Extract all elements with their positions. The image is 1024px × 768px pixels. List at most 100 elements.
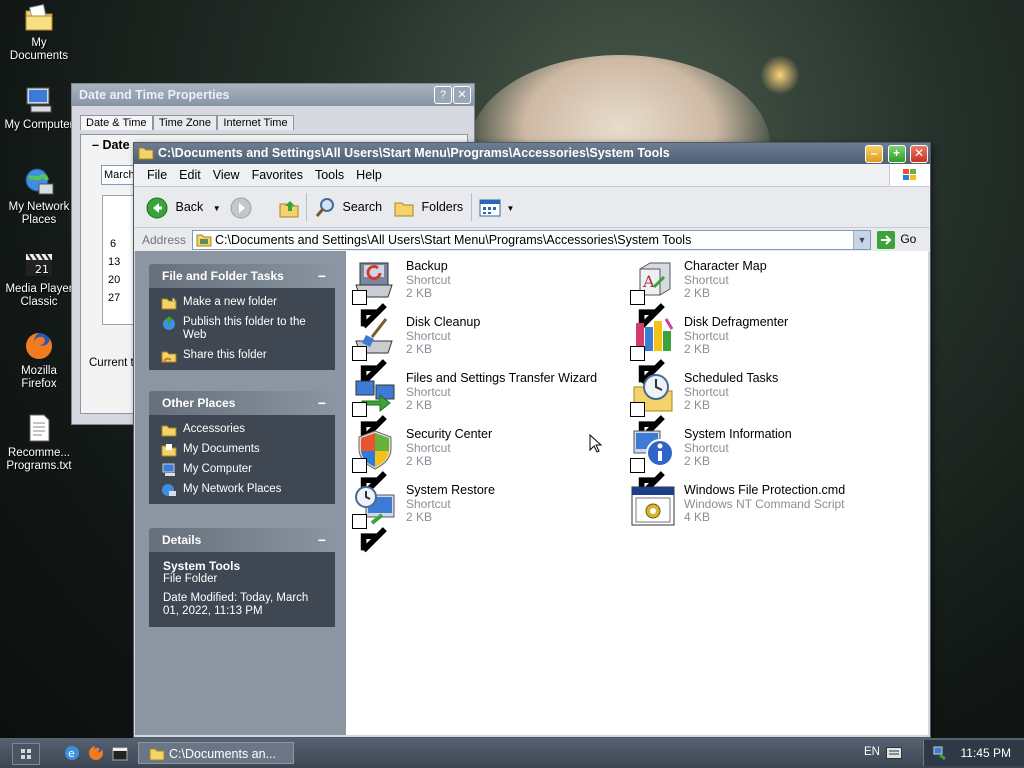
help-button[interactable]: ? bbox=[434, 86, 452, 104]
place-accessories[interactable]: Accessories bbox=[161, 423, 327, 437]
file-size: 2 KB bbox=[684, 286, 711, 300]
file-size: 2 KB bbox=[406, 510, 433, 524]
task-pane: File and Folder Tasks − Make a new folder… bbox=[135, 251, 346, 735]
panel-header[interactable]: Other Places − bbox=[149, 391, 335, 415]
system-restore-icon bbox=[352, 483, 398, 553]
folders-label: Folders bbox=[421, 200, 464, 214]
place-label: My Documents bbox=[183, 443, 260, 455]
close-button[interactable]: ✕ bbox=[453, 86, 471, 104]
maximize-button[interactable]: + bbox=[887, 145, 906, 163]
folders-button[interactable]: Folders bbox=[393, 195, 463, 219]
start-button[interactable] bbox=[12, 743, 40, 765]
my-documents-icon bbox=[23, 2, 55, 34]
desktop-icon-my-computer[interactable]: My Computer bbox=[2, 84, 76, 132]
file-item-system-information[interactable]: System Information Shortcut 2 KB bbox=[626, 423, 896, 497]
tab-time-zone[interactable]: Time Zone bbox=[152, 115, 218, 130]
shortcut-arrow-icon bbox=[630, 346, 665, 385]
calendar-day[interactable]: 27 bbox=[108, 292, 120, 304]
file-type: Shortcut bbox=[406, 385, 451, 399]
back-dropdown-icon[interactable]: ▼ bbox=[213, 204, 221, 213]
file-item-disk-cleanup[interactable]: Disk Cleanup Shortcut 2 KB bbox=[348, 311, 618, 385]
calendar-day[interactable]: 13 bbox=[108, 256, 120, 268]
explorer-window[interactable]: C:\Documents and Settings\All Users\Star… bbox=[133, 142, 931, 738]
keyboard-icon[interactable] bbox=[886, 747, 902, 762]
current-time-zone-label: Current t bbox=[89, 357, 134, 369]
network-tray-icon[interactable] bbox=[932, 745, 948, 764]
panel-body: System Tools File Folder Date Modified: … bbox=[149, 552, 335, 627]
task-share-folder[interactable]: Share this folder bbox=[161, 349, 327, 363]
file-item-security-center[interactable]: Security Center Shortcut 2 KB bbox=[348, 423, 618, 497]
datetime-title: Date and Time Properties bbox=[72, 84, 474, 106]
taskbar-item-label: C:\Documents an... bbox=[169, 747, 276, 761]
desktop-icon-label: Recomme... Programs.txt bbox=[6, 447, 72, 472]
desktop-icon-my-documents[interactable]: My Documents bbox=[2, 2, 76, 63]
file-item-system-restore[interactable]: System Restore Shortcut 2 KB bbox=[348, 479, 618, 553]
up-folder-button[interactable] bbox=[278, 195, 300, 219]
toolbar-separator bbox=[471, 193, 472, 221]
file-size: 2 KB bbox=[406, 286, 433, 300]
file-item-windows-file-protection[interactable]: Windows File Protection.cmd Windows NT C… bbox=[626, 479, 896, 529]
file-type: Windows NT Command Script bbox=[684, 497, 845, 511]
system-tray: 11:45 PM bbox=[923, 740, 1024, 766]
security-center-icon bbox=[352, 427, 398, 497]
quicklaunch-ie-icon[interactable]: e bbox=[64, 745, 80, 764]
text-file-icon bbox=[23, 412, 55, 444]
calendar-day[interactable]: 6 bbox=[110, 238, 116, 250]
desktop-icon-text-file[interactable]: Recomme... Programs.txt bbox=[2, 412, 76, 473]
address-input[interactable]: C:\Documents and Settings\All Users\Star… bbox=[192, 230, 871, 250]
explorer-titlebar[interactable]: C:\Documents and Settings\All Users\Star… bbox=[134, 143, 930, 164]
quicklaunch-media-player-icon[interactable] bbox=[112, 745, 128, 764]
menu-help[interactable]: Help bbox=[350, 164, 388, 186]
minimize-button[interactable]: – bbox=[865, 145, 884, 163]
panel-title: Details bbox=[162, 533, 202, 547]
place-my-network-places[interactable]: My Network Places bbox=[161, 483, 327, 496]
calendar-day[interactable]: 20 bbox=[108, 274, 120, 286]
media-player-icon: 21 bbox=[23, 248, 55, 280]
tab-internet-time[interactable]: Internet Time bbox=[217, 115, 294, 130]
tab-date-time[interactable]: Date & Time bbox=[80, 115, 153, 130]
views-dropdown-icon[interactable]: ▼ bbox=[506, 204, 514, 213]
network-places-icon bbox=[162, 484, 176, 496]
collapse-icon[interactable]: − bbox=[318, 264, 326, 288]
shortcut-arrow-icon bbox=[352, 290, 387, 329]
firefox-icon bbox=[23, 330, 55, 362]
menu-tools[interactable]: Tools bbox=[309, 164, 350, 186]
file-item-scheduled-tasks[interactable]: Scheduled Tasks Shortcut 2 KB bbox=[626, 367, 896, 441]
close-button[interactable]: ✕ bbox=[910, 145, 928, 163]
panel-title: File and Folder Tasks bbox=[162, 269, 284, 283]
file-folder-tasks-panel: File and Folder Tasks − Make a new folder… bbox=[149, 264, 335, 370]
views-button[interactable]: ▼ bbox=[479, 195, 514, 219]
shortcut-arrow-icon bbox=[630, 402, 665, 441]
place-my-documents[interactable]: My Documents bbox=[161, 443, 327, 457]
shortcut-arrow-icon bbox=[630, 290, 665, 329]
search-button[interactable]: Search bbox=[314, 195, 382, 219]
file-item-character-map[interactable]: A Character Map Shortcut 2 KB bbox=[626, 255, 896, 329]
details-name: System Tools bbox=[163, 559, 241, 573]
file-item-disk-defragmenter[interactable]: Disk Defragmenter Shortcut 2 KB bbox=[626, 311, 896, 385]
desktop-icon-firefox[interactable]: Mozilla Firefox bbox=[2, 330, 76, 391]
clock[interactable]: 11:45 PM bbox=[961, 746, 1011, 760]
task-publish-to-web[interactable]: Publish this folder to the Web bbox=[161, 316, 327, 342]
collapse-icon[interactable]: − bbox=[318, 528, 326, 552]
menu-edit[interactable]: Edit bbox=[173, 164, 207, 186]
file-item-transfer-wizard[interactable]: Files and Settings Transfer Wizard Short… bbox=[348, 367, 618, 441]
back-button[interactable]: Back ▼ bbox=[146, 195, 221, 219]
panel-header[interactable]: File and Folder Tasks − bbox=[149, 264, 335, 288]
place-my-computer[interactable]: My Computer bbox=[161, 463, 327, 476]
taskbar: e C:\Documents an... EN 11:45 PM bbox=[0, 738, 1024, 768]
file-item-backup[interactable]: Backup Shortcut 2 KB bbox=[348, 255, 618, 329]
menu-view[interactable]: View bbox=[207, 164, 246, 186]
collapse-icon[interactable]: − bbox=[318, 391, 326, 415]
menu-file[interactable]: File bbox=[134, 164, 173, 186]
language-indicator[interactable]: EN bbox=[864, 746, 880, 758]
taskbar-item-explorer[interactable]: C:\Documents an... bbox=[138, 742, 294, 764]
menu-favorites[interactable]: Favorites bbox=[246, 164, 309, 186]
task-make-new-folder[interactable]: Make a new folder bbox=[161, 296, 327, 310]
quicklaunch-firefox-icon[interactable] bbox=[88, 745, 104, 764]
panel-header[interactable]: Details − bbox=[149, 528, 335, 552]
desktop-icon-media-player[interactable]: 21 Media Player Classic bbox=[2, 248, 76, 309]
address-dropdown-icon[interactable]: ▼ bbox=[853, 231, 870, 249]
desktop-icon-network-places[interactable]: My Network Places bbox=[2, 166, 76, 227]
forward-button[interactable] bbox=[230, 195, 252, 219]
go-button[interactable]: Go bbox=[877, 231, 916, 249]
